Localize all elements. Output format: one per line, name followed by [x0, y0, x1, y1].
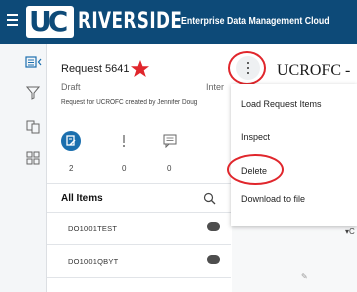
item-label: DO1001QBYT — [68, 257, 119, 266]
hamburger-menu-icon[interactable] — [7, 13, 20, 29]
app-window: UC RIVERSIDE Enterprise Data Management … — [0, 0, 357, 292]
item-count-badge — [207, 222, 220, 231]
comment-icon[interactable] — [163, 134, 177, 149]
left-icon-rail — [0, 44, 47, 292]
menu-item-download-to-file[interactable]: Download to file — [241, 194, 305, 205]
request-description: Request for UCROFC created by Jennifer D… — [61, 99, 198, 106]
expand-arrow-icon[interactable]: ▾C — [345, 227, 355, 237]
uc-logo-text: UC — [29, 5, 68, 38]
request-type: Inter — [206, 82, 225, 92]
star-annotation-icon — [130, 59, 150, 79]
list-item[interactable]: DO1001TEST — [47, 213, 231, 245]
app-title: Enterprise Data Management Cloud — [181, 16, 330, 27]
filter-icon[interactable] — [25, 86, 41, 100]
edit-pencil-icon[interactable]: ✎ — [301, 272, 308, 282]
divider — [47, 183, 231, 184]
top-bar: UC RIVERSIDE Enterprise Data Management … — [0, 0, 357, 44]
content-title: UCROFC - — [277, 62, 351, 79]
list-header: All Items — [61, 193, 103, 204]
compare-icon[interactable] — [26, 120, 40, 134]
submit-icon[interactable] — [61, 131, 81, 151]
highlight-circle — [228, 51, 266, 85]
content-panel — [232, 226, 357, 292]
brand-name: RIVERSIDE — [78, 9, 183, 34]
menu-item-inspect[interactable]: Inspect — [241, 132, 270, 143]
item-label: DO1001TEST — [68, 224, 118, 233]
requests-panel-icon[interactable] — [25, 56, 43, 70]
exclamation-icon[interactable] — [120, 133, 128, 149]
list-item[interactable]: DO1001QBYT — [47, 246, 231, 278]
menu-item-load-request-items[interactable]: Load Request Items — [241, 99, 322, 110]
issues-count: 0 — [122, 164, 127, 173]
submit-count: 2 — [69, 164, 74, 173]
request-status: Draft — [61, 82, 81, 92]
comments-count: 0 — [167, 164, 172, 173]
request-title: Request 5641 — [61, 63, 130, 75]
search-icon[interactable] — [203, 192, 216, 205]
uc-logo: UC — [26, 6, 74, 38]
grid-view-icon[interactable] — [26, 151, 40, 165]
highlight-circle — [227, 154, 284, 185]
item-count-badge — [207, 255, 220, 264]
